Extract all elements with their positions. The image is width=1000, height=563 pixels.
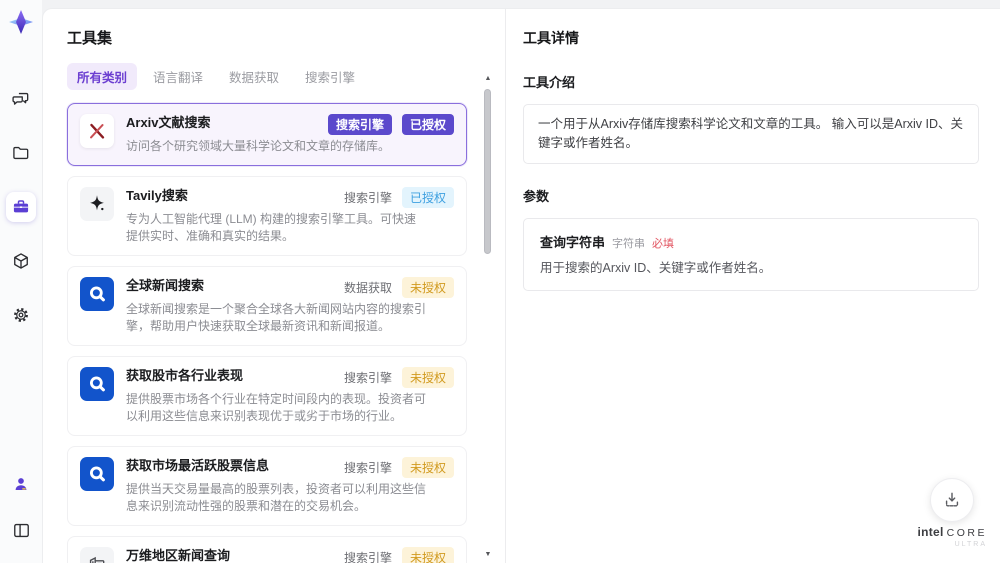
tool-category-tag: 搜索引擎 xyxy=(343,191,392,205)
tool-description: 访问各个研究领域大量科学论文和文章的存储库。 xyxy=(126,139,391,153)
category-tab[interactable]: 数据获取 xyxy=(219,63,289,90)
tool-description: 专为人工智能代理 (LLM) 构建的搜索引擎工具。可快速提供实时、准确和真实的结… xyxy=(126,212,417,243)
download-button[interactable] xyxy=(930,478,975,522)
magnifier-icon xyxy=(89,286,105,302)
tavily-star-icon xyxy=(90,195,104,211)
tool-icon xyxy=(80,187,114,221)
brand-core: core xyxy=(946,527,987,539)
tool-card[interactable]: 万维地区新闻查询 搜索引擎 未授权 查询具体行政区划内的新闻，快速了解各地新闻动 xyxy=(67,536,467,563)
tool-category-tag: 搜索引擎 xyxy=(343,461,392,475)
list-scrollbar[interactable]: ▲ ▼ xyxy=(483,75,493,559)
arxiv-x-icon xyxy=(90,123,105,139)
tool-tags: 搜索引擎 未授权 xyxy=(344,457,454,478)
app-logo-gem-icon xyxy=(9,10,33,34)
tool-card-body: Arxiv文献搜索 搜索引擎 已授权 访问各个研究领域大量科学论文和文章的存储库… xyxy=(126,114,454,155)
tool-card-body: Tavily搜索 搜索引擎 已授权 专为人工智能代理 (LLM) 构建的搜索引擎… xyxy=(126,187,454,245)
tool-card[interactable]: Arxiv文献搜索 搜索引擎 已授权 访问各个研究领域大量科学论文和文章的存储库… xyxy=(67,103,467,166)
tool-card[interactable]: 全球新闻搜索 数据获取 未授权 全球新闻搜索是一个聚合全球各大新闻网站内容的搜索… xyxy=(67,266,467,346)
tool-status-badge: 已授权 xyxy=(401,187,454,208)
params-list: 查询字符串 字符串 必填 用于搜索的Arxiv ID、关键字或作者姓名。 xyxy=(523,218,979,291)
app-window: 工具集 所有类别 语言翻译 数据获取 搜索引擎 Arxiv文献搜索 搜索引擎 已… xyxy=(0,0,1000,563)
tool-tags: 搜索引擎 未授权 xyxy=(344,547,454,563)
tool-name: 万维地区新闻查询 xyxy=(126,548,231,563)
scrollbar-down-icon[interactable]: ▼ xyxy=(483,551,493,559)
tool-card[interactable]: 获取市场最活跃股票信息 搜索引擎 未授权 提供当天交易量最高的股票列表，投资者可… xyxy=(67,446,467,526)
magnifier-icon xyxy=(89,376,105,392)
intro-heading: 工具介绍 xyxy=(523,75,576,90)
intel-core-logo: intel core Ultra xyxy=(917,526,987,551)
tool-category-tag: 搜索引擎 xyxy=(327,114,392,135)
scrollbar-up-icon[interactable]: ▲ xyxy=(483,75,493,83)
parameter-description: 用于搜索的Arxiv ID、关键字或作者姓名。 xyxy=(540,261,772,275)
tool-tags: 搜索引擎 已授权 xyxy=(327,114,454,135)
detail-title: 工具详情 xyxy=(523,30,579,46)
tool-list-pane: 工具集 所有类别 语言翻译 数据获取 搜索引擎 Arxiv文献搜索 搜索引擎 已… xyxy=(43,9,506,563)
tool-icon xyxy=(80,277,114,311)
collapse-panel-icon[interactable] xyxy=(6,515,36,545)
tool-name: Tavily搜索 xyxy=(126,188,188,203)
tool-cards-list: Arxiv文献搜索 搜索引擎 已授权 访问各个研究领域大量科学论文和文章的存储库… xyxy=(67,103,467,563)
tool-card[interactable]: Tavily搜索 搜索引擎 已授权 专为人工智能代理 (LLM) 构建的搜索引擎… xyxy=(67,176,467,256)
magnifier-icon xyxy=(89,466,105,482)
tool-tags: 搜索引擎 已授权 xyxy=(344,187,454,208)
nav-gear-icon[interactable] xyxy=(6,300,36,330)
category-tab[interactable]: 所有类别 xyxy=(67,63,138,90)
download-icon xyxy=(946,492,959,507)
tool-icon xyxy=(80,457,114,491)
tool-description: 提供股票市场各个行业在特定时间段内的表现。投资者可以利用这些信息来识别表现优于或… xyxy=(126,392,427,423)
nav-folder-icon[interactable] xyxy=(6,138,36,168)
tool-description: 全球新闻搜索是一个聚合全球各大新闻网站内容的搜索引擎，帮助用户快速获取全球最新资… xyxy=(126,302,427,333)
newspaper-icon xyxy=(89,556,105,563)
brand-intel: intel xyxy=(917,525,944,539)
tool-card-body: 获取市场最活跃股票信息 搜索引擎 未授权 提供当天交易量最高的股票列表，投资者可… xyxy=(126,457,454,515)
tool-description: 提供当天交易量最高的股票列表，投资者可以利用这些信息来识别流动性强的股票和潜在的… xyxy=(126,482,427,513)
user-avatar-icon[interactable] xyxy=(6,469,36,499)
category-tab[interactable]: 语言翻译 xyxy=(143,63,213,90)
left-icon-rail xyxy=(0,0,42,563)
tool-icon xyxy=(80,114,114,148)
parameter-type: 字符串 xyxy=(612,238,646,250)
tool-status-badge: 未授权 xyxy=(401,457,454,478)
category-tabs: 所有类别 语言翻译 数据获取 搜索引擎 xyxy=(67,63,467,90)
tool-name: 获取市场最活跃股票信息 xyxy=(126,458,270,473)
main-content-card: 工具集 所有类别 语言翻译 数据获取 搜索引擎 Arxiv文献搜索 搜索引擎 已… xyxy=(42,8,1000,563)
parameter-name: 查询字符串 xyxy=(540,235,606,250)
tool-card-body: 万维地区新闻查询 搜索引擎 未授权 查询具体行政区划内的新闻，快速了解各地新闻动 xyxy=(126,547,454,563)
nav-chat-icon[interactable] xyxy=(6,84,36,114)
parameter-card: 查询字符串 字符串 必填 用于搜索的Arxiv ID、关键字或作者姓名。 xyxy=(523,218,979,291)
tool-tags: 数据获取 未授权 xyxy=(344,277,454,298)
tool-icon xyxy=(80,547,114,563)
tool-category-tag: 数据获取 xyxy=(343,281,392,295)
tool-category-tag: 搜索引擎 xyxy=(343,371,392,385)
scrollbar-thumb[interactable] xyxy=(484,89,491,254)
tool-intro-text: 一个用于从Arxiv存储库搜索科学论文和文章的工具。 输入可以是Arxiv ID… xyxy=(523,104,979,164)
tool-status-badge: 未授权 xyxy=(401,367,454,388)
tool-card-body: 获取股市各行业表现 搜索引擎 未授权 提供股票市场各个行业在特定时间段内的表现。… xyxy=(126,367,454,425)
tool-tags: 搜索引擎 未授权 xyxy=(344,367,454,388)
page-title: 工具集 xyxy=(67,30,113,47)
tool-card-body: 全球新闻搜索 数据获取 未授权 全球新闻搜索是一个聚合全球各大新闻网站内容的搜索… xyxy=(126,277,454,335)
category-tab[interactable]: 搜索引擎 xyxy=(295,63,365,90)
tool-name: 全球新闻搜索 xyxy=(126,278,205,293)
params-heading: 参数 xyxy=(523,189,550,204)
tool-status-badge: 未授权 xyxy=(401,277,454,298)
tool-name: 获取股市各行业表现 xyxy=(126,368,244,383)
tool-name: Arxiv文献搜索 xyxy=(126,115,211,130)
footer-brand-area: intel core Ultra xyxy=(917,478,987,551)
parameter-required-label: 必填 xyxy=(652,238,675,250)
tool-status-badge: 未授权 xyxy=(401,547,454,563)
brand-sub: Ultra xyxy=(954,541,987,548)
nav-cube-icon[interactable] xyxy=(6,246,36,276)
nav-briefcase-icon[interactable] xyxy=(6,192,36,222)
tool-category-tag: 搜索引擎 xyxy=(343,551,392,563)
tool-icon xyxy=(80,367,114,401)
tool-card[interactable]: 获取股市各行业表现 搜索引擎 未授权 提供股票市场各个行业在特定时间段内的表现。… xyxy=(67,356,467,436)
tool-status-badge: 已授权 xyxy=(401,114,454,135)
